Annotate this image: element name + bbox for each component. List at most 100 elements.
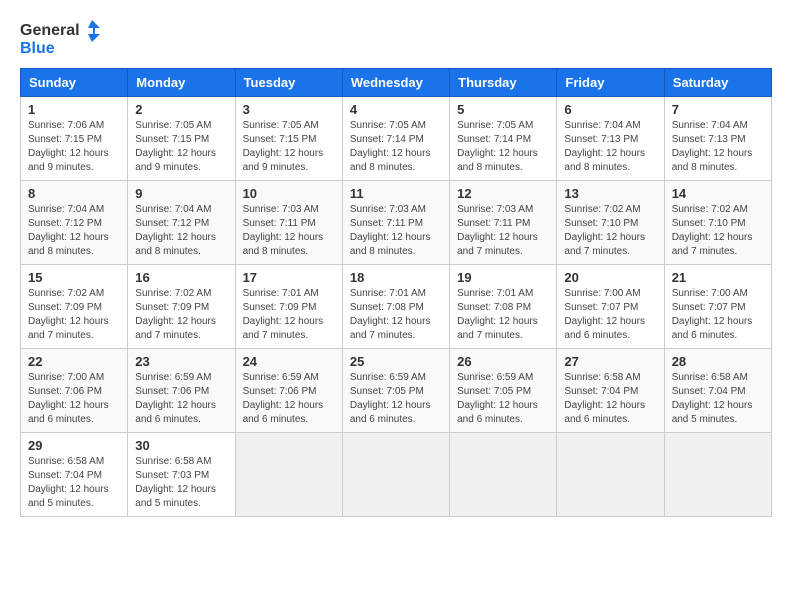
calendar-cell: 4 Sunrise: 7:05 AMSunset: 7:14 PMDaylight… [342,96,449,180]
day-info: Sunrise: 7:00 AMSunset: 7:06 PMDaylight:… [28,371,120,427]
day-number: 24 [243,354,335,369]
header-tuesday: Tuesday [235,68,342,96]
calendar-cell: 3 Sunrise: 7:05 AMSunset: 7:15 PMDaylight… [235,96,342,180]
calendar-cell: 10 Sunrise: 7:03 AMSunset: 7:11 PMDayligh… [235,180,342,264]
day-number: 2 [135,102,227,117]
day-number: 10 [243,186,335,201]
day-number: 21 [672,270,764,285]
calendar-cell: 14 Sunrise: 7:02 AMSunset: 7:10 PMDayligh… [664,180,771,264]
day-number: 22 [28,354,120,369]
calendar-cell: 2 Sunrise: 7:05 AMSunset: 7:15 PMDaylight… [128,96,235,180]
day-number: 14 [672,186,764,201]
day-info: Sunrise: 6:59 AMSunset: 7:05 PMDaylight:… [457,371,549,427]
day-number: 5 [457,102,549,117]
day-info: Sunrise: 7:06 AMSunset: 7:15 PMDaylight:… [28,119,120,175]
calendar-cell [235,432,342,516]
header-wednesday: Wednesday [342,68,449,96]
calendar-cell: 5 Sunrise: 7:05 AMSunset: 7:14 PMDaylight… [450,96,557,180]
calendar-week-row: 8 Sunrise: 7:04 AMSunset: 7:12 PMDaylight… [21,180,772,264]
day-info: Sunrise: 7:05 AMSunset: 7:15 PMDaylight:… [243,119,335,175]
day-number: 6 [564,102,656,117]
day-info: Sunrise: 6:59 AMSunset: 7:06 PMDaylight:… [135,371,227,427]
day-number: 29 [28,438,120,453]
logo: General Blue [20,20,100,58]
calendar-cell: 15 Sunrise: 7:02 AMSunset: 7:09 PMDayligh… [21,264,128,348]
day-info: Sunrise: 7:03 AMSunset: 7:11 PMDaylight:… [457,203,549,259]
header-friday: Friday [557,68,664,96]
day-info: Sunrise: 7:05 AMSunset: 7:14 PMDaylight:… [350,119,442,175]
day-number: 26 [457,354,549,369]
day-number: 15 [28,270,120,285]
calendar-cell: 25 Sunrise: 6:59 AMSunset: 7:05 PMDayligh… [342,348,449,432]
calendar-cell: 13Sunrise: 7:02 AMSunset: 7:10 PMDayligh… [557,180,664,264]
day-number: 30 [135,438,227,453]
calendar-cell: 12 Sunrise: 7:03 AMSunset: 7:11 PMDayligh… [450,180,557,264]
day-number: 20 [564,270,656,285]
day-info: Sunrise: 7:01 AMSunset: 7:08 PMDaylight:… [350,287,442,343]
day-info: Sunrise: 6:58 AMSunset: 7:04 PMDaylight:… [564,371,656,427]
calendar-cell: 29 Sunrise: 6:58 AMSunset: 7:04 PMDayligh… [21,432,128,516]
calendar-cell: 28 Sunrise: 6:58 AMSunset: 7:04 PMDayligh… [664,348,771,432]
calendar-cell: 27 Sunrise: 6:58 AMSunset: 7:04 PMDayligh… [557,348,664,432]
calendar-week-row: 15 Sunrise: 7:02 AMSunset: 7:09 PMDayligh… [21,264,772,348]
day-info: Sunrise: 7:04 AMSunset: 7:13 PMDaylight:… [564,119,656,175]
day-info: Sunrise: 7:04 AMSunset: 7:13 PMDaylight:… [672,119,764,175]
calendar-week-row: 22 Sunrise: 7:00 AMSunset: 7:06 PMDayligh… [21,348,772,432]
day-info: Sunrise: 6:59 AMSunset: 7:06 PMDaylight:… [243,371,335,427]
calendar-cell: 7Sunrise: 7:04 AMSunset: 7:13 PMDaylight… [664,96,771,180]
day-number: 28 [672,354,764,369]
day-info: Sunrise: 7:02 AMSunset: 7:10 PMDaylight:… [672,203,764,259]
day-info: Sunrise: 7:02 AMSunset: 7:09 PMDaylight:… [28,287,120,343]
weekday-header-row: Sunday Monday Tuesday Wednesday Thursday… [21,68,772,96]
calendar-cell [664,432,771,516]
day-info: Sunrise: 6:58 AMSunset: 7:03 PMDaylight:… [135,455,227,511]
day-info: Sunrise: 6:58 AMSunset: 7:04 PMDaylight:… [28,455,120,511]
day-info: Sunrise: 7:03 AMSunset: 7:11 PMDaylight:… [350,203,442,259]
calendar-cell [557,432,664,516]
day-number: 1 [28,102,120,117]
calendar-cell [450,432,557,516]
calendar-cell: 21Sunrise: 7:00 AMSunset: 7:07 PMDayligh… [664,264,771,348]
day-info: Sunrise: 7:01 AMSunset: 7:09 PMDaylight:… [243,287,335,343]
day-number: 9 [135,186,227,201]
calendar-cell: 9 Sunrise: 7:04 AMSunset: 7:12 PMDaylight… [128,180,235,264]
day-info: Sunrise: 7:02 AMSunset: 7:09 PMDaylight:… [135,287,227,343]
calendar-cell: 16 Sunrise: 7:02 AMSunset: 7:09 PMDayligh… [128,264,235,348]
day-number: 12 [457,186,549,201]
header-sunday: Sunday [21,68,128,96]
calendar-cell: 17 Sunrise: 7:01 AMSunset: 7:09 PMDayligh… [235,264,342,348]
day-number: 23 [135,354,227,369]
day-info: Sunrise: 7:01 AMSunset: 7:08 PMDaylight:… [457,287,549,343]
calendar-cell: 11 Sunrise: 7:03 AMSunset: 7:11 PMDayligh… [342,180,449,264]
header-thursday: Thursday [450,68,557,96]
calendar-cell: 23 Sunrise: 6:59 AMSunset: 7:06 PMDayligh… [128,348,235,432]
day-number: 19 [457,270,549,285]
calendar-cell: 22 Sunrise: 7:00 AMSunset: 7:06 PMDayligh… [21,348,128,432]
calendar-cell [342,432,449,516]
day-info: Sunrise: 7:03 AMSunset: 7:11 PMDaylight:… [243,203,335,259]
day-info: Sunrise: 6:58 AMSunset: 7:04 PMDaylight:… [672,371,764,427]
logo-blue-text: Blue [20,40,100,58]
day-info: Sunrise: 7:05 AMSunset: 7:14 PMDaylight:… [457,119,549,175]
day-number: 25 [350,354,442,369]
day-info: Sunrise: 7:04 AMSunset: 7:12 PMDaylight:… [135,203,227,259]
calendar-week-row: 1 Sunrise: 7:06 AMSunset: 7:15 PMDaylight… [21,96,772,180]
day-info: Sunrise: 7:05 AMSunset: 7:15 PMDaylight:… [135,119,227,175]
calendar-cell: 1 Sunrise: 7:06 AMSunset: 7:15 PMDaylight… [21,96,128,180]
day-number: 11 [350,186,442,201]
calendar-cell: 18Sunrise: 7:01 AMSunset: 7:08 PMDayligh… [342,264,449,348]
page-header: General Blue [20,20,772,58]
day-number: 4 [350,102,442,117]
day-number: 27 [564,354,656,369]
calendar-table: Sunday Monday Tuesday Wednesday Thursday… [20,68,772,517]
header-saturday: Saturday [664,68,771,96]
day-number: 16 [135,270,227,285]
day-number: 3 [243,102,335,117]
calendar-cell: 30 Sunrise: 6:58 AMSunset: 7:03 PMDayligh… [128,432,235,516]
day-number: 8 [28,186,120,201]
calendar-cell: 20Sunrise: 7:00 AMSunset: 7:07 PMDayligh… [557,264,664,348]
day-info: Sunrise: 6:59 AMSunset: 7:05 PMDaylight:… [350,371,442,427]
day-info: Sunrise: 7:04 AMSunset: 7:12 PMDaylight:… [28,203,120,259]
calendar-cell: 8 Sunrise: 7:04 AMSunset: 7:12 PMDaylight… [21,180,128,264]
day-number: 17 [243,270,335,285]
